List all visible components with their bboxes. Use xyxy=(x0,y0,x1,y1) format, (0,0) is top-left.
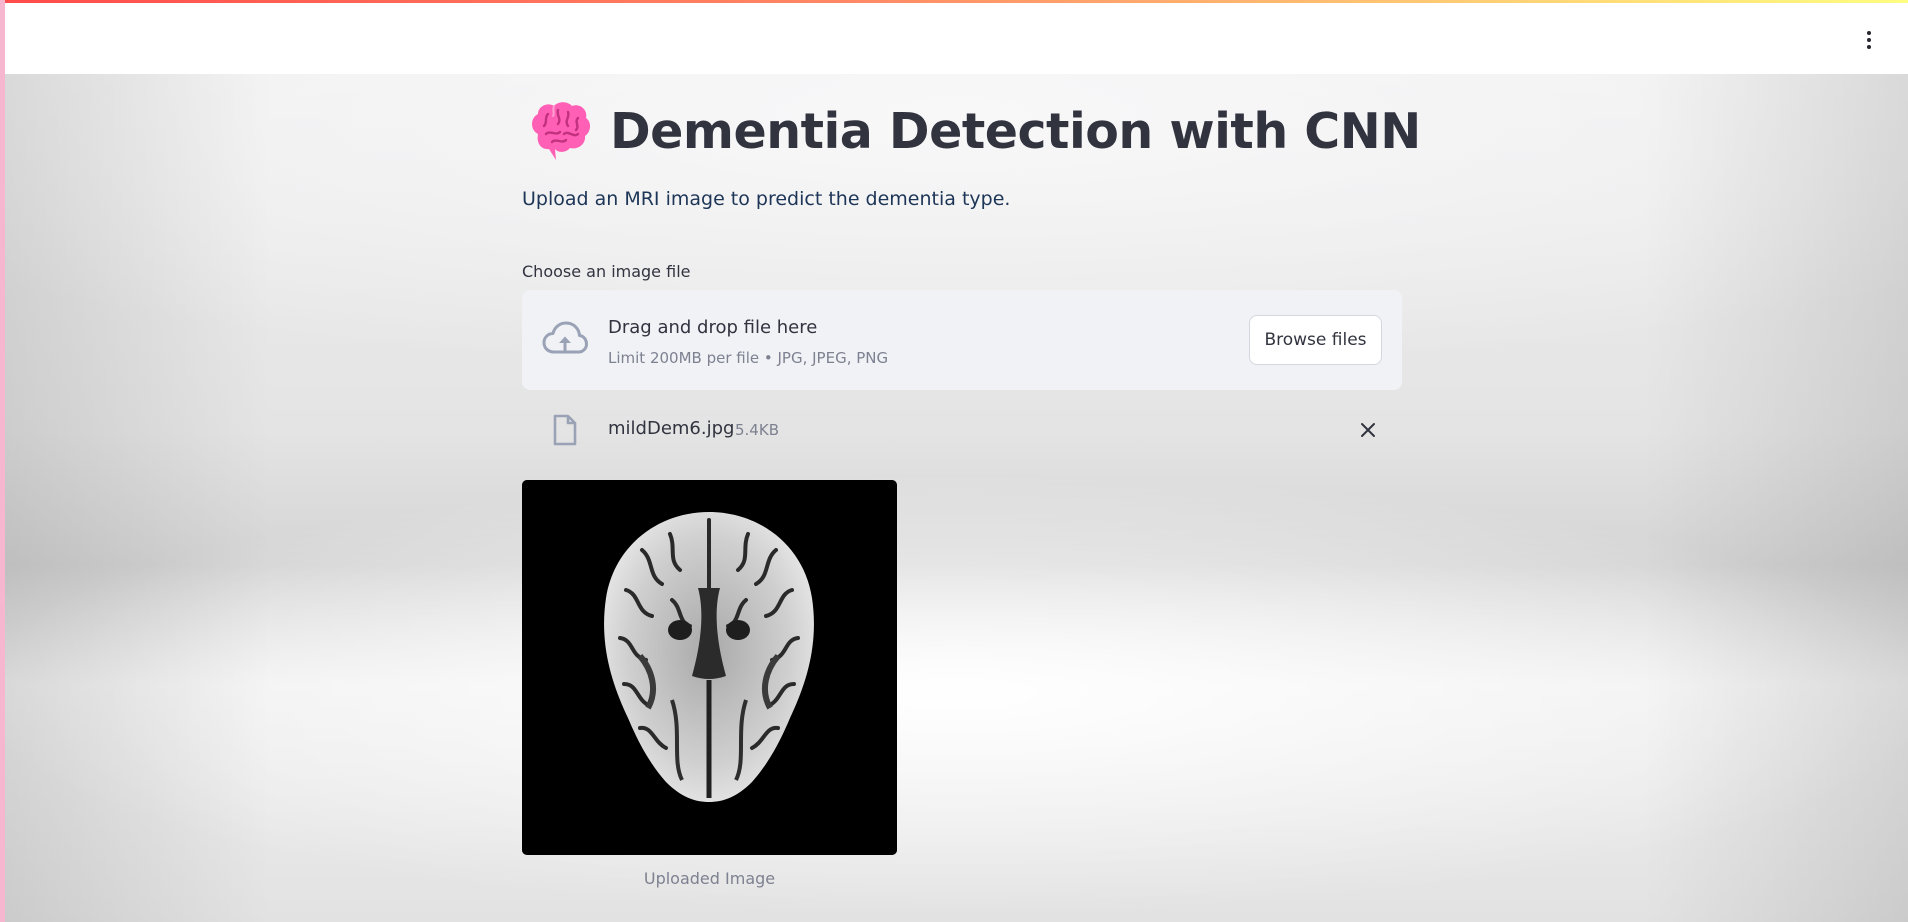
browse-files-button[interactable]: Browse files xyxy=(1249,315,1382,365)
mri-scan-image xyxy=(522,480,897,855)
uploaded-image-block: Uploaded Image xyxy=(522,480,897,888)
uploaded-file-size: 5.4KB xyxy=(735,421,779,439)
remove-file-button[interactable] xyxy=(1354,416,1382,444)
uploaded-file-row: mildDem6.jpg 5.4KB xyxy=(522,404,1402,456)
uploaded-file-name: mildDem6.jpg xyxy=(608,418,735,439)
cloud-upload-icon xyxy=(542,321,588,354)
file-icon xyxy=(553,414,577,446)
app-frame: Dementia Detection with CNN Upload an MR… xyxy=(0,0,1908,922)
close-icon xyxy=(1361,423,1375,437)
app-header xyxy=(5,3,1908,74)
page-title-row: Dementia Detection with CNN xyxy=(522,98,1421,164)
dropzone-limit-text: Limit 200MB per file • JPG, JPEG, PNG xyxy=(608,349,889,367)
page-subtitle: Upload an MRI image to predict the demen… xyxy=(522,188,1011,210)
main-menu-button[interactable] xyxy=(1858,27,1880,53)
top-decoration-stripe xyxy=(5,0,1908,3)
main-content: Dementia Detection with CNN Upload an MR… xyxy=(522,74,1421,922)
file-dropzone[interactable]: Drag and drop file here Limit 200MB per … xyxy=(522,290,1402,390)
brain-icon xyxy=(532,102,591,160)
dropzone-instructions: Drag and drop file here xyxy=(608,317,818,338)
vertical-ellipsis-icon xyxy=(1867,31,1871,35)
file-uploader-label: Choose an image file xyxy=(522,262,691,281)
page-title: Dementia Detection with CNN xyxy=(610,102,1421,160)
image-caption: Uploaded Image xyxy=(643,869,776,888)
